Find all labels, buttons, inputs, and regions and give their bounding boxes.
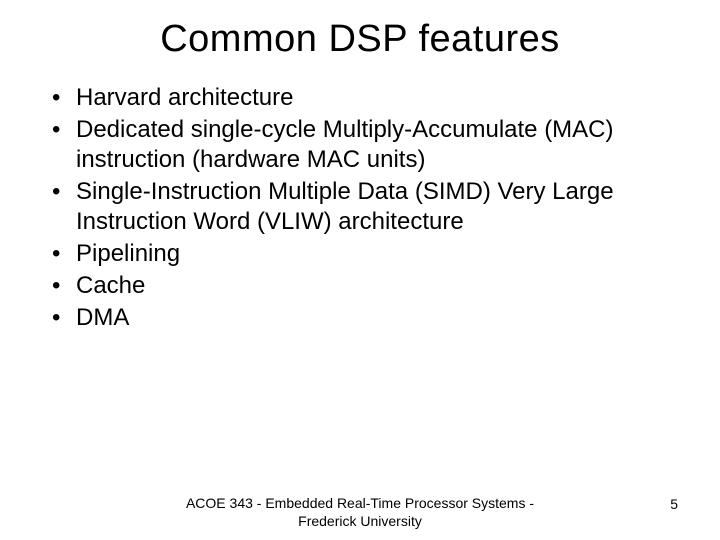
page-number: 5	[670, 496, 678, 512]
list-item: Dedicated single-cycle Multiply-Accumula…	[48, 115, 672, 175]
footer: ACOE 343 - Embedded Real-Time Processor …	[0, 495, 720, 530]
slide: Common DSP features Harvard architecture…	[0, 0, 720, 540]
footer-text: ACOE 343 - Embedded Real-Time Processor …	[180, 495, 540, 530]
slide-title: Common DSP features	[48, 18, 672, 61]
bullet-list: Harvard architecture Dedicated single-cy…	[48, 83, 672, 333]
list-item: Single-Instruction Multiple Data (SIMD) …	[48, 177, 672, 237]
list-item: Harvard architecture	[48, 83, 672, 113]
list-item: Cache	[48, 271, 672, 301]
list-item: DMA	[48, 303, 672, 333]
list-item: Pipelining	[48, 239, 672, 269]
